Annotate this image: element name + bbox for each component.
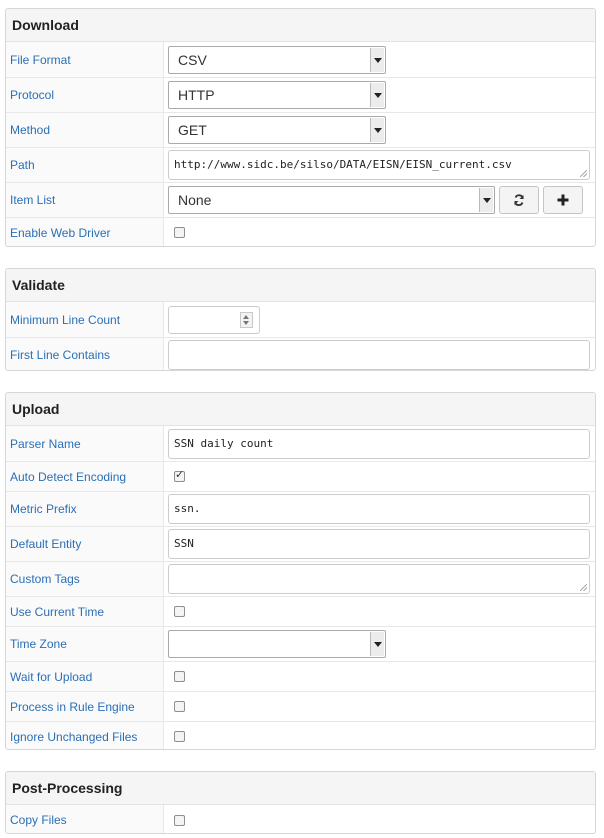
refresh-button[interactable] xyxy=(499,186,539,214)
spinner-arrows-icon[interactable] xyxy=(240,311,253,328)
validate-heading: Validate xyxy=(6,269,595,302)
path-textarea[interactable]: http://www.sidc.be/silso/DATA/EISN/EISN_… xyxy=(168,150,590,180)
first-line-contains-label: First Line Contains xyxy=(6,338,164,370)
protocol-row: Protocol HTTP xyxy=(6,77,595,112)
default-entity-row: Default Entity SSN xyxy=(6,526,595,561)
upload-panel: Upload Parser Name SSN daily count Auto … xyxy=(5,392,596,750)
use-current-time-checkbox[interactable] xyxy=(174,606,185,617)
post-processing-panel: Post-Processing Copy Files xyxy=(5,771,596,834)
process-in-rule-engine-row: Process in Rule Engine xyxy=(6,691,595,721)
copy-files-row: Copy Files xyxy=(6,805,595,833)
wait-for-upload-checkbox[interactable] xyxy=(174,671,185,682)
time-zone-select[interactable] xyxy=(168,630,386,658)
download-heading: Download xyxy=(6,9,595,42)
metric-prefix-input[interactable]: ssn. xyxy=(168,494,590,524)
method-select[interactable]: GET xyxy=(168,116,386,144)
process-in-rule-engine-checkbox[interactable] xyxy=(174,701,185,712)
enable-web-driver-checkbox[interactable] xyxy=(174,227,185,238)
chevron-down-icon xyxy=(370,118,384,142)
default-entity-input[interactable]: SSN xyxy=(168,529,590,559)
first-line-contains-row: First Line Contains xyxy=(6,337,595,370)
parser-name-value: SSN daily count xyxy=(174,436,274,450)
min-line-count-stepper[interactable] xyxy=(168,305,260,334)
chevron-down-icon xyxy=(370,83,384,107)
refresh-icon xyxy=(514,194,524,206)
method-value: GET xyxy=(178,122,207,138)
post-processing-heading: Post-Processing xyxy=(6,772,595,805)
min-line-count-label: Minimum Line Count xyxy=(6,302,164,337)
upload-heading: Upload xyxy=(6,393,595,426)
ignore-unchanged-files-row: Ignore Unchanged Files xyxy=(6,721,595,749)
auto-detect-encoding-checkbox[interactable] xyxy=(174,468,185,482)
path-label: Path xyxy=(6,148,164,182)
wait-for-upload-row: Wait for Upload xyxy=(6,661,595,691)
ignore-unchanged-files-checkbox[interactable] xyxy=(174,731,185,742)
resize-grip-icon[interactable] xyxy=(580,584,587,591)
item-list-label: Item List xyxy=(6,183,164,217)
custom-tags-row: Custom Tags xyxy=(6,561,595,596)
auto-detect-encoding-label: Auto Detect Encoding xyxy=(6,462,164,491)
time-zone-label: Time Zone xyxy=(6,627,164,661)
parser-name-row: Parser Name SSN daily count xyxy=(6,426,595,461)
use-current-time-row: Use Current Time xyxy=(6,596,595,626)
add-item-button[interactable] xyxy=(543,186,583,214)
download-panel: Download File Format CSV Protocol HTTP M… xyxy=(5,8,596,247)
protocol-label: Protocol xyxy=(6,78,164,112)
validate-panel: Validate Minimum Line Count First Line C… xyxy=(5,268,596,371)
metric-prefix-row: Metric Prefix ssn. xyxy=(6,491,595,526)
method-label: Method xyxy=(6,113,164,147)
custom-tags-label: Custom Tags xyxy=(6,562,164,596)
default-entity-value: SSN xyxy=(174,537,194,550)
metric-prefix-value: ssn. xyxy=(174,502,201,515)
path-value: http://www.sidc.be/silso/DATA/EISN/EISN_… xyxy=(174,158,512,171)
parser-name-input[interactable]: SSN daily count xyxy=(168,428,590,459)
file-format-row: File Format CSV xyxy=(6,42,595,77)
metric-prefix-label: Metric Prefix xyxy=(6,492,164,526)
parser-name-label: Parser Name xyxy=(6,426,164,461)
ignore-unchanged-files-label: Ignore Unchanged Files xyxy=(6,722,164,749)
chevron-down-icon xyxy=(479,188,493,212)
copy-files-checkbox[interactable] xyxy=(174,814,185,826)
time-zone-row: Time Zone xyxy=(6,626,595,661)
item-list-row: Item List None xyxy=(6,182,595,217)
default-entity-label: Default Entity xyxy=(6,527,164,561)
plus-icon xyxy=(557,194,569,206)
custom-tags-textarea[interactable] xyxy=(168,564,590,594)
item-list-value: None xyxy=(178,192,212,208)
file-format-value: CSV xyxy=(178,51,207,68)
file-format-label: File Format xyxy=(6,42,164,77)
protocol-value: HTTP xyxy=(178,87,215,103)
protocol-select[interactable]: HTTP xyxy=(168,81,386,109)
first-line-contains-input[interactable] xyxy=(168,340,590,370)
resize-grip-icon[interactable] xyxy=(580,170,587,177)
process-in-rule-engine-label: Process in Rule Engine xyxy=(6,692,164,721)
chevron-down-icon xyxy=(370,47,384,72)
min-line-count-row: Minimum Line Count xyxy=(6,302,595,337)
item-list-select[interactable]: None xyxy=(168,186,495,214)
copy-files-label: Copy Files xyxy=(6,805,164,833)
file-format-select[interactable]: CSV xyxy=(168,45,386,74)
auto-detect-encoding-row: Auto Detect Encoding xyxy=(6,461,595,491)
wait-for-upload-label: Wait for Upload xyxy=(6,662,164,691)
chevron-down-icon xyxy=(370,632,384,656)
enable-web-driver-label: Enable Web Driver xyxy=(6,218,164,246)
enable-web-driver-row: Enable Web Driver xyxy=(6,217,595,246)
path-row: Path http://www.sidc.be/silso/DATA/EISN/… xyxy=(6,147,595,182)
method-row: Method GET xyxy=(6,112,595,147)
use-current-time-label: Use Current Time xyxy=(6,597,164,626)
